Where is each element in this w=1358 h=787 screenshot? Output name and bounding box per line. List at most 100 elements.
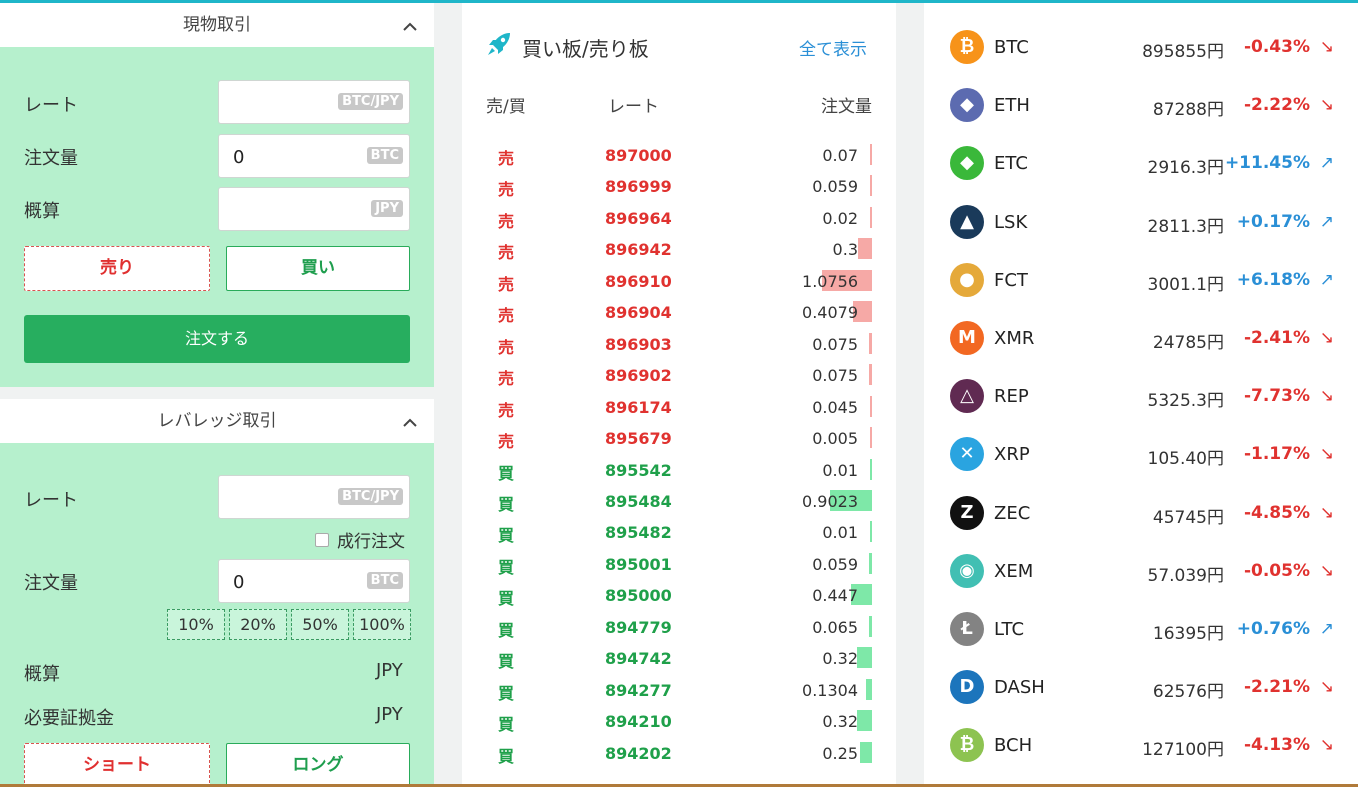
ticker-row[interactable]: ◉ XEM 57.039円 -0.05% ↘ bbox=[924, 543, 1358, 601]
coin-symbol: LTC bbox=[994, 619, 1025, 640]
side-label: 売 bbox=[498, 337, 515, 357]
percent-100-button[interactable]: 100% bbox=[353, 609, 411, 640]
ticker-row[interactable]: ✕ XRP 105.40円 -1.17% ↘ bbox=[924, 426, 1358, 484]
ticker-row[interactable]: Z ZEC 45745円 -4.85% ↘ bbox=[924, 485, 1358, 543]
side-label: 売 bbox=[498, 211, 515, 231]
arrow-down-right-icon: ↘ bbox=[1319, 37, 1334, 57]
depth-bar bbox=[870, 427, 872, 449]
orderbook-row[interactable]: 売 896999 0.059 bbox=[462, 172, 896, 203]
orderbook-row[interactable]: 売 896942 0.3 bbox=[462, 235, 896, 266]
estimate-label: 概算 bbox=[24, 664, 60, 685]
coin-symbol: ETH bbox=[994, 95, 1030, 117]
orderbook-row[interactable]: 買 894742 0.32 bbox=[462, 644, 896, 675]
rate-value: 896903 bbox=[605, 334, 672, 354]
rate-label: レート bbox=[24, 95, 78, 116]
place-order-button[interactable]: 注文する bbox=[24, 315, 410, 363]
show-all-link[interactable]: 全て表示 bbox=[799, 35, 867, 60]
rate-value: 896902 bbox=[605, 366, 672, 386]
ticker-row[interactable]: ▲ LSK 2811.3円 +0.17% ↗ bbox=[924, 194, 1358, 252]
rate-value: 894742 bbox=[605, 649, 672, 669]
coin-price: 127100円 bbox=[1142, 740, 1224, 761]
spot-panel-header[interactable]: 現物取引 bbox=[0, 3, 434, 47]
orderbook-row[interactable]: 買 895542 0.01 bbox=[462, 456, 896, 487]
orderbook-row[interactable]: 買 895001 0.059 bbox=[462, 550, 896, 581]
leverage-amount-input[interactable]: 0 BTC bbox=[218, 559, 410, 603]
orderbook-row[interactable]: 売 895679 0.005 bbox=[462, 424, 896, 455]
rate-value: 896999 bbox=[605, 177, 672, 197]
rate-value: 895000 bbox=[605, 586, 672, 606]
depth-bar bbox=[870, 144, 872, 165]
spot-rate-input[interactable]: BTC/JPY bbox=[218, 80, 410, 124]
orderbook-row[interactable]: 売 896910 1.0756 bbox=[462, 267, 896, 298]
orderbook-row[interactable]: 買 894277 0.1304 bbox=[462, 676, 896, 707]
percent-10-button[interactable]: 10% bbox=[167, 609, 225, 640]
side-label: 買 bbox=[498, 494, 515, 514]
orderbook-row[interactable]: 買 894779 0.065 bbox=[462, 613, 896, 644]
percent-20-button[interactable]: 20% bbox=[229, 609, 287, 640]
rate-value: 895542 bbox=[605, 460, 672, 480]
orderbook-row[interactable]: 売 896964 0.02 bbox=[462, 204, 896, 235]
qty-value: 0.4079 bbox=[802, 303, 858, 323]
sell-button[interactable]: 売り bbox=[24, 246, 210, 291]
side-label: 売 bbox=[498, 274, 515, 294]
short-button[interactable]: ショート bbox=[24, 743, 210, 787]
orderbook-row[interactable]: 買 895484 0.9023 bbox=[462, 487, 896, 518]
percent-50-button[interactable]: 50% bbox=[291, 609, 349, 640]
margin-label: 必要証拠金 bbox=[24, 708, 114, 729]
spot-amount-input[interactable]: 0 BTC bbox=[218, 134, 410, 178]
orderbook-row[interactable]: 売 897000 0.07 bbox=[462, 141, 896, 172]
ticker-row[interactable]: D DASH 62576円 -2.21% ↘ bbox=[924, 659, 1358, 717]
ticker-row[interactable]: ₿ BCH 127100円 -4.13% ↘ bbox=[924, 717, 1358, 775]
spot-estimate-field[interactable]: JPY bbox=[218, 187, 410, 231]
orderbook-row[interactable]: 売 896903 0.075 bbox=[462, 330, 896, 361]
long-button[interactable]: ロング bbox=[226, 743, 410, 787]
coin-price: 3001.1円 bbox=[1147, 274, 1224, 295]
ticker-row[interactable]: △ REP 5325.3円 -7.73% ↘ bbox=[924, 368, 1358, 426]
rate-value: 896910 bbox=[605, 271, 672, 291]
arrow-up-right-icon: ↗ bbox=[1319, 153, 1334, 174]
ticker-row[interactable]: Ł LTC 16395円 +0.76% ↗ bbox=[924, 601, 1358, 659]
rate-value: 894210 bbox=[605, 712, 672, 732]
orderbook-panel: 買い板/売り板 全て表示 売/買 レート 注文量 売 897000 0.07 売 896… bbox=[462, 3, 896, 784]
orderbook-row[interactable]: 買 895482 0.01 bbox=[462, 518, 896, 549]
chevron-up-icon[interactable] bbox=[400, 3, 420, 47]
side-label: 売 bbox=[498, 369, 515, 389]
amount-value: 0 bbox=[233, 147, 245, 168]
orderbook-row[interactable]: 買 894210 0.32 bbox=[462, 707, 896, 738]
qty-value: 0.075 bbox=[812, 334, 858, 354]
btc-icon: ₿ bbox=[950, 30, 984, 64]
ticker-row[interactable]: M XMR 24785円 -2.41% ↘ bbox=[924, 310, 1358, 368]
rate-value: 896964 bbox=[605, 208, 672, 228]
orderbook-row[interactable]: 買 895000 0.447 bbox=[462, 581, 896, 612]
rate-value: 895482 bbox=[605, 523, 672, 543]
orderbook-row[interactable]: 買 894202 0.25 bbox=[462, 739, 896, 770]
side-label: 売 bbox=[498, 432, 515, 452]
coin-symbol: BTC bbox=[994, 37, 1029, 58]
ticker-row[interactable]: ● FCT 3001.1円 +6.18% ↗ bbox=[924, 252, 1358, 310]
ticker-row[interactable]: ₿ BTC 895855円 -0.43% ↘ bbox=[924, 19, 1358, 77]
qty-value: 0.07 bbox=[822, 146, 858, 165]
market-order-label: 成行注文 bbox=[337, 532, 405, 552]
coin-price: 895855円 bbox=[1142, 42, 1224, 62]
qty-value: 0.1304 bbox=[802, 680, 858, 700]
ticker-row[interactable]: ◆ ETH 87288円 -2.22% ↘ bbox=[924, 77, 1358, 135]
depth-bar bbox=[858, 238, 872, 260]
coin-change: -7.73% bbox=[1243, 386, 1310, 407]
market-order-checkbox[interactable] bbox=[315, 533, 329, 547]
depth-bar bbox=[870, 395, 872, 417]
qty-value: 0.447 bbox=[812, 586, 858, 606]
buy-button[interactable]: 買い bbox=[226, 246, 410, 291]
orderbook-row[interactable]: 売 896174 0.045 bbox=[462, 393, 896, 424]
leverage-rate-input[interactable]: BTC/JPY bbox=[218, 475, 410, 519]
orderbook-title: 買い板/売り板 bbox=[522, 37, 649, 61]
rate-value: 896904 bbox=[605, 303, 672, 323]
lsk-icon: ▲ bbox=[950, 204, 984, 239]
unit-badge: BTC/JPY bbox=[338, 488, 403, 505]
orderbook-row[interactable]: 売 896904 0.4079 bbox=[462, 298, 896, 329]
depth-bar bbox=[869, 364, 872, 386]
chevron-up-icon[interactable] bbox=[400, 399, 420, 443]
orderbook-row[interactable]: 売 896902 0.075 bbox=[462, 361, 896, 392]
amount-value: 0 bbox=[233, 572, 245, 593]
ticker-row[interactable]: ◆ ETC 2916.3円 +11.45% ↗ bbox=[924, 135, 1358, 193]
leverage-panel-header[interactable]: レバレッジ取引 bbox=[0, 399, 434, 443]
